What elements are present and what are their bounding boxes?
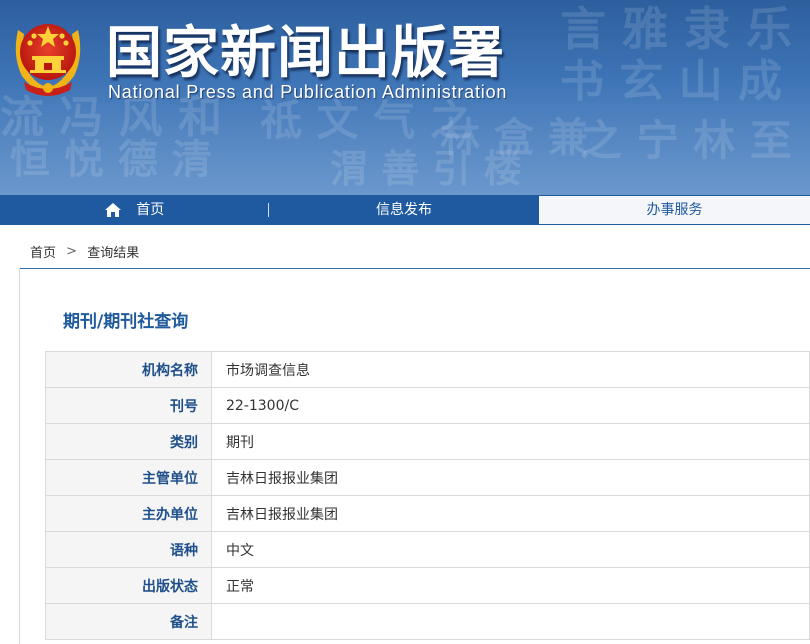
breadcrumb-current: 查询结果 — [87, 246, 140, 261]
site-subtitle: National Press and Publication Administr… — [108, 82, 508, 102]
table-row: 类别 期刊 — [45, 423, 810, 460]
national-emblem-icon — [15, 24, 81, 96]
field-value: 正常 — [211, 567, 810, 604]
details-table: 机构名称 市场调查信息 刊号 22-1300/C 类别 期刊 主管单位 吉林日报… — [45, 351, 810, 640]
field-label: 主办单位 — [45, 495, 212, 532]
table-row: 刊号 22-1300/C — [45, 387, 810, 424]
content-left-border — [19, 268, 20, 644]
field-value: 期刊 — [211, 423, 810, 460]
nav-divider — [268, 203, 269, 217]
field-label: 备注 — [45, 603, 212, 640]
table-row: 出版状态 正常 — [45, 567, 810, 604]
field-value — [211, 603, 810, 640]
home-icon — [104, 203, 121, 217]
calligraphy-decoration: 言 雅 隶 乐 — [560, 2, 793, 56]
field-label: 出版状态 — [45, 567, 212, 604]
nav-service[interactable]: 办事服务 — [539, 196, 810, 224]
nav-home[interactable]: 首页 — [0, 195, 268, 225]
field-value: 吉林日报报业集团 — [211, 459, 810, 496]
page-title: 期刊/期刊社查询 — [63, 312, 189, 332]
header-banner: 流 冯 风 和 恒 悦 德 清 祗 文 气 之 渭 善 引 楼 言 雅 隶 乐 … — [0, 0, 810, 196]
table-row: 主管单位 吉林日报报业集团 — [45, 459, 810, 496]
field-label: 刊号 — [45, 387, 212, 424]
table-row: 机构名称 市场调查信息 — [45, 351, 810, 388]
field-value: 吉林日报报业集团 — [211, 495, 810, 532]
breadcrumb-separator: > — [66, 244, 78, 259]
breadcrumb-divider — [20, 268, 810, 269]
table-row: 主办单位 吉林日报报业集团 — [45, 495, 810, 532]
nav-service-label: 办事服务 — [646, 202, 703, 218]
breadcrumb-home-link[interactable]: 首页 — [30, 246, 56, 261]
calligraphy-decoration: 书 玄 山 成 — [560, 56, 782, 107]
field-value: 22-1300/C — [211, 387, 810, 424]
calligraphy-decoration: 恒 悦 德 清 — [10, 136, 212, 183]
calligraphy-decoration: 之 宁 林 至 — [580, 116, 792, 165]
field-label: 机构名称 — [45, 351, 212, 388]
nav-home-label: 首页 — [136, 202, 165, 218]
field-value: 市场调查信息 — [211, 351, 810, 388]
calligraphy-decoration: 林 盒 兼 — [440, 114, 588, 161]
field-label: 主管单位 — [45, 459, 212, 496]
main-nav: 首页 信息发布 办事服务 — [0, 195, 810, 225]
breadcrumb: 首页 > 查询结果 — [30, 242, 139, 261]
field-value: 中文 — [211, 531, 810, 568]
nav-info-label: 信息发布 — [376, 202, 432, 218]
table-row: 语种 中文 — [45, 531, 810, 568]
table-row: 备注 — [45, 603, 810, 640]
field-label: 语种 — [45, 531, 212, 568]
field-label: 类别 — [45, 423, 212, 460]
site-title: 国家新闻出版署 — [106, 20, 505, 86]
nav-info[interactable]: 信息发布 — [270, 195, 538, 225]
